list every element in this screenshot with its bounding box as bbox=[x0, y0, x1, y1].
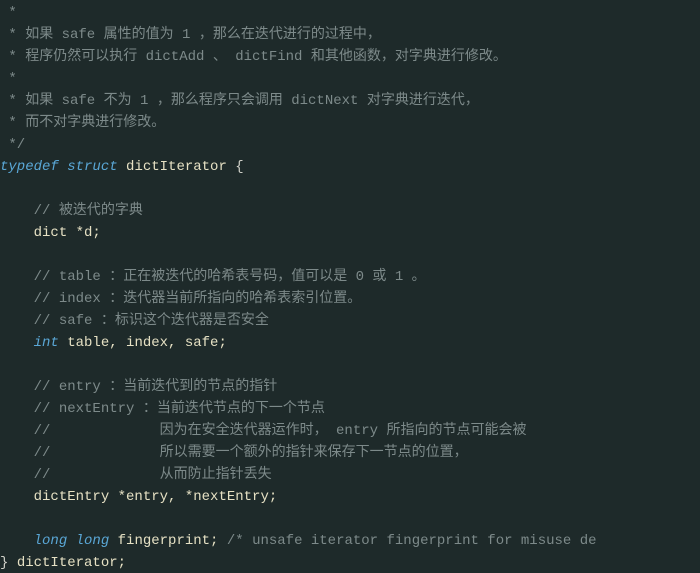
declaration: *entry, *nextEntry; bbox=[118, 489, 278, 505]
keyword-long: long bbox=[34, 533, 68, 549]
comment-line: * 如果 safe 属性的值为 1 ，那么在迭代进行的过程中， bbox=[0, 27, 381, 43]
declaration: fingerprint; bbox=[109, 533, 227, 549]
comment-line: // 从而防止指针丢失 bbox=[34, 467, 272, 483]
identifier: dictIterator bbox=[126, 159, 227, 175]
declaration: table, index, safe; bbox=[59, 335, 227, 351]
comment-line: * bbox=[0, 71, 17, 87]
keyword-int: int bbox=[34, 335, 59, 351]
comment-line: // nextEntry ：当前迭代节点的下一个节点 bbox=[34, 401, 325, 417]
declaration: *d; bbox=[76, 225, 101, 241]
comment-line: * 而不对字典进行修改。 bbox=[0, 115, 165, 131]
comment-line: // entry ：当前迭代到的节点的指针 bbox=[34, 379, 278, 395]
comment-line: // 被迭代的字典 bbox=[34, 203, 143, 219]
comment-line: // table ：正在被迭代的哈希表号码，值可以是 0 或 1 。 bbox=[34, 269, 426, 285]
brace-open: { bbox=[235, 159, 243, 175]
comment-line: // index ：迭代器当前所指向的哈希表索引位置。 bbox=[34, 291, 362, 307]
comment-line: // safe ：标识这个迭代器是否安全 bbox=[34, 313, 269, 329]
identifier: dictIterator; bbox=[17, 555, 126, 571]
keyword-struct: struct bbox=[67, 159, 117, 175]
brace-close: } bbox=[0, 555, 17, 571]
type-name: dict bbox=[34, 225, 76, 241]
keyword-typedef: typedef bbox=[0, 159, 59, 175]
comment-line: // 因为在安全迭代器运作时， entry 所指向的节点可能会被 bbox=[34, 423, 527, 439]
comment-line: * 程序仍然可以执行 dictAdd 、 dictFind 和其他函数，对字典进… bbox=[0, 49, 507, 65]
comment-line: */ bbox=[0, 137, 25, 153]
comment-line: * bbox=[0, 5, 17, 21]
comment-line: * 如果 safe 不为 1 ，那么程序只会调用 dictNext 对字典进行迭… bbox=[0, 93, 479, 109]
keyword-long: long bbox=[76, 533, 110, 549]
comment-line: // 所以需要一个额外的指针来保存下一节点的位置， bbox=[34, 445, 468, 461]
code-block: * * 如果 safe 属性的值为 1 ，那么在迭代进行的过程中， * 程序仍然… bbox=[0, 0, 700, 573]
comment-inline: /* unsafe iterator fingerprint for misus… bbox=[227, 533, 597, 549]
type-name: dictEntry bbox=[34, 489, 118, 505]
